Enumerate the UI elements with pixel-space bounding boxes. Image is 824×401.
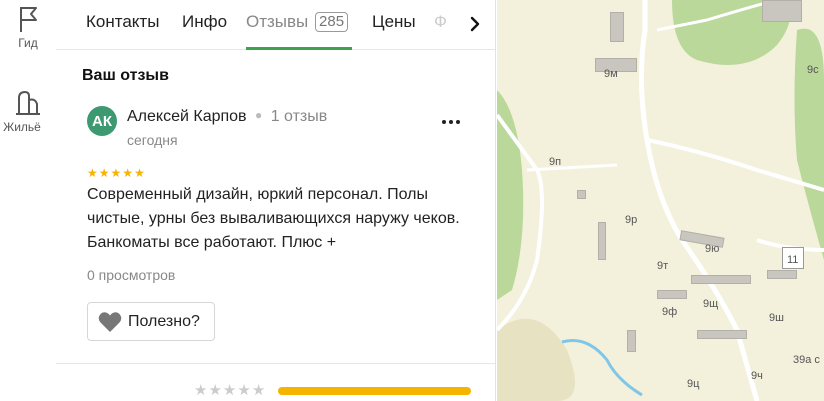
tab-bar: Контакты Инфо Отзывы 285 Цены Ф [56, 0, 495, 50]
rail-item-guide[interactable]: Гид [0, 4, 56, 50]
map-label: 9р [625, 214, 638, 226]
star-outline-icon: ★ [237, 382, 251, 399]
building [762, 0, 802, 22]
star-icon: ★ [122, 166, 134, 180]
section-title: Ваш отзыв [82, 67, 169, 84]
map-label: 9ц [687, 378, 700, 390]
tab-info[interactable]: Инфо [182, 12, 227, 32]
building [610, 12, 624, 42]
rail-item-housing[interactable]: Жильё [0, 88, 56, 134]
avatar[interactable]: АК [87, 106, 117, 136]
heart-icon [98, 311, 122, 332]
building [577, 190, 586, 199]
map-label: 9п [549, 156, 562, 168]
more-options-button[interactable] [436, 112, 466, 132]
separator-dot: ● [255, 108, 263, 122]
dot-icon [449, 120, 453, 124]
author-review-count: 1 отзыв [270, 108, 328, 125]
building [657, 290, 687, 299]
map-canvas [497, 0, 824, 401]
building [627, 330, 636, 352]
map[interactable]: 9м 9р 9п 9ю 11 9т 9ф 9щ 9ш 9ц 9ч 39а с 9… [497, 0, 824, 401]
map-label: 9ю [705, 243, 720, 255]
tab-reviews-label: Отзывы [246, 12, 309, 31]
dot-icon [456, 120, 460, 124]
star-icon: ★ [87, 166, 98, 180]
star-icon: ★ [110, 166, 122, 180]
building [697, 330, 747, 339]
flag-icon [20, 7, 37, 32]
map-label: 9т [657, 260, 669, 272]
left-rail: Гид Жильё [0, 0, 56, 401]
building [691, 275, 751, 284]
house-icon [16, 90, 40, 115]
star-icon: ★ [134, 166, 145, 180]
star-outline-icon: ★ [194, 382, 208, 399]
map-label: 9м [604, 68, 618, 80]
map-label: 9ч [751, 370, 763, 382]
tabs-next-button[interactable] [454, 0, 495, 48]
divider [56, 363, 495, 364]
tab-photos-faded[interactable]: Ф [434, 12, 447, 32]
reviews-count-badge: 285 [315, 12, 349, 32]
helpful-label: Полезно? [128, 312, 200, 330]
map-label: 9щ [703, 298, 719, 310]
helpful-button[interactable]: Полезно? [87, 302, 215, 341]
organization-panel: Контакты Инфо Отзывы 285 Цены Ф Ваш отзы… [56, 0, 496, 401]
rating-bar [278, 387, 471, 395]
map-label: 11 [787, 254, 799, 266]
star-icon: ★ [98, 166, 110, 180]
star-outline-icon: ★ [208, 382, 222, 399]
map-label: 9ф [662, 306, 678, 318]
review-author: Алексей Карпов ● 1 отзыв [127, 108, 327, 126]
review-date: сегодня [127, 132, 178, 148]
building [598, 222, 606, 260]
rating-summary-stars[interactable]: ★ ★ ★ ★ ★ [194, 383, 265, 398]
star-outline-icon: ★ [222, 382, 237, 399]
map-label: 9ш [769, 312, 784, 324]
review-text: Современный дизайн, юркий персонал. Полы… [87, 186, 460, 251]
tab-contacts[interactable]: Контакты [86, 12, 159, 32]
tab-reviews[interactable]: Отзывы 285 [246, 12, 349, 32]
map-label: 39а с [793, 354, 820, 366]
chevron-right-icon [470, 16, 480, 32]
review-rating-stars: ★ ★ ★ ★ ★ [87, 167, 145, 179]
dot-icon [442, 120, 446, 124]
rail-item-guide-label: Гид [18, 36, 38, 50]
rail-item-housing-label: Жильё [3, 120, 41, 134]
author-name[interactable]: Алексей Карпов [127, 108, 247, 125]
active-tab-indicator [246, 47, 352, 50]
review-views: 0 просмотров [87, 267, 176, 283]
map-label: 9с [807, 64, 819, 76]
building [767, 270, 797, 279]
star-outline-icon: ★ [251, 382, 266, 399]
tab-prices[interactable]: Цены [372, 12, 416, 32]
